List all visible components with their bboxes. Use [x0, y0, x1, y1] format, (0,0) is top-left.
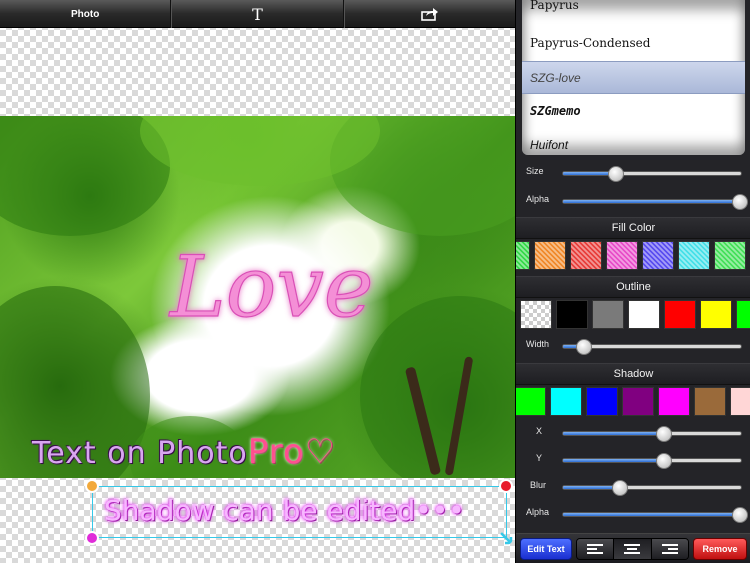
photo-canvas[interactable]: Photo T Love Text on PhotoPro♡ Shadow ca…	[0, 0, 515, 563]
shadow-blur-slider-thumb[interactable]	[611, 480, 628, 496]
fill-color-swatch[interactable]	[642, 241, 674, 270]
outline-color-swatch[interactable]	[556, 300, 588, 329]
outline-width-slider[interactable]	[562, 339, 742, 355]
shadow-x-slider[interactable]	[562, 426, 742, 442]
shadow-y-slider-thumb[interactable]	[656, 453, 673, 469]
shadow-alpha-slider-row: Alpha	[516, 503, 750, 525]
caption-heart-text: ♡	[304, 432, 337, 472]
font-option[interactable]: Huifont	[522, 128, 745, 155]
alpha-label: Alpha	[526, 194, 550, 204]
fill-color-swatch[interactable]	[714, 241, 746, 270]
font-option[interactable]: SZGmemo	[522, 94, 745, 127]
caption-main-text: Text on Photo	[32, 436, 248, 471]
outline-width-slider-row: Width	[516, 335, 750, 357]
edit-text-button[interactable]: Edit Text	[520, 538, 572, 560]
outline-color-swatch[interactable]	[736, 300, 750, 329]
align-right-icon	[661, 544, 678, 554]
fill-color-swatch[interactable]	[606, 241, 638, 270]
fill-color-header: Fill Color	[516, 217, 750, 239]
photo-button[interactable]: Photo	[0, 0, 172, 28]
shadow-color-swatch[interactable]	[516, 387, 546, 416]
align-left-icon	[587, 544, 604, 554]
fill-color-swatch[interactable]	[678, 241, 710, 270]
fill-color-swatch[interactable]	[570, 241, 602, 270]
remove-button[interactable]: Remove	[693, 538, 747, 560]
caption-text-on-photo[interactable]: Text on PhotoPro♡	[32, 432, 336, 472]
alpha-slider-thumb[interactable]	[732, 194, 748, 210]
add-text-button[interactable]: T	[171, 0, 344, 28]
outline-header: Outline	[516, 276, 750, 298]
rotate-handle-icon[interactable]	[85, 479, 99, 493]
size-label: Size	[526, 166, 544, 176]
shadow-color-swatch[interactable]	[658, 387, 690, 416]
outline-width-label: Width	[526, 339, 550, 349]
shadow-blur-slider-row: Blur	[516, 476, 750, 498]
outline-color-swatch[interactable]	[592, 300, 624, 329]
caption-pro-text: Pro	[247, 432, 305, 472]
align-right-button[interactable]	[651, 539, 688, 559]
shadow-y-label: Y	[536, 453, 543, 463]
shadow-color-swatch[interactable]	[622, 387, 654, 416]
font-option-selected[interactable]: SZG-love	[522, 61, 745, 94]
alpha-slider[interactable]	[562, 194, 748, 210]
align-left-button[interactable]	[577, 539, 615, 559]
font-option[interactable]: Papyrus-Condensed	[522, 26, 745, 59]
shadow-header: Shadow	[516, 363, 750, 385]
shadow-y-slider[interactable]	[562, 453, 742, 469]
resize-handle-icon[interactable]	[499, 531, 513, 545]
size-slider-row: Size	[516, 162, 750, 184]
shadow-blur-label: Blur	[530, 480, 547, 490]
shadow-y-slider-row: Y	[516, 449, 750, 471]
share-button[interactable]	[343, 0, 515, 28]
shadow-color-swatch[interactable]	[550, 387, 582, 416]
share-arrow-icon	[421, 8, 438, 21]
shadow-alpha-label: Alpha	[526, 507, 550, 517]
fill-color-swatch[interactable]	[534, 241, 566, 270]
outline-color-swatch[interactable]	[664, 300, 696, 329]
shadow-color-swatch[interactable]	[586, 387, 618, 416]
shadow-color-swatch[interactable]	[730, 387, 750, 416]
outline-color-swatch[interactable]	[700, 300, 732, 329]
outline-color-swatches	[516, 298, 750, 331]
shadow-x-slider-thumb[interactable]	[656, 426, 673, 442]
shadow-x-slider-row: X	[516, 422, 750, 444]
shadow-alpha-slider-thumb[interactable]	[732, 507, 748, 523]
outline-color-swatch[interactable]	[628, 300, 660, 329]
bottom-action-bar: Edit Text Remove	[516, 533, 750, 563]
fill-color-swatches	[516, 239, 750, 272]
alpha-slider-row: Alpha	[516, 190, 750, 212]
close-handle-icon[interactable]	[499, 479, 513, 493]
align-center-button[interactable]	[614, 539, 652, 559]
selected-caption-text[interactable]: Shadow can be edited•••	[104, 494, 465, 527]
love-text-layer[interactable]: Love	[160, 216, 380, 336]
shadow-alpha-slider[interactable]	[562, 507, 748, 523]
background-photo: Love	[0, 116, 515, 478]
shadow-color-swatches	[516, 385, 750, 418]
font-picker[interactable]: Papyrus Papyrus-Condensed SZG-love SZGme…	[522, 0, 745, 155]
love-text: Love	[168, 238, 374, 336]
no-outline-swatch[interactable]	[520, 300, 552, 329]
font-option[interactable]: Papyrus	[522, 0, 745, 21]
align-center-icon	[624, 544, 641, 554]
fill-color-swatch[interactable]	[516, 241, 530, 270]
text-style-panel: Papyrus Papyrus-Condensed SZG-love SZGme…	[515, 0, 750, 563]
outline-width-slider-thumb[interactable]	[576, 339, 593, 355]
top-toolbar: Photo T	[0, 0, 515, 28]
size-slider[interactable]	[562, 166, 742, 182]
shadow-color-swatch[interactable]	[694, 387, 726, 416]
size-slider-thumb[interactable]	[608, 166, 625, 182]
shadow-x-label: X	[536, 426, 543, 436]
text-alignment-control	[576, 538, 689, 560]
flip-handle-icon[interactable]	[85, 531, 99, 545]
shadow-blur-slider[interactable]	[562, 480, 742, 496]
